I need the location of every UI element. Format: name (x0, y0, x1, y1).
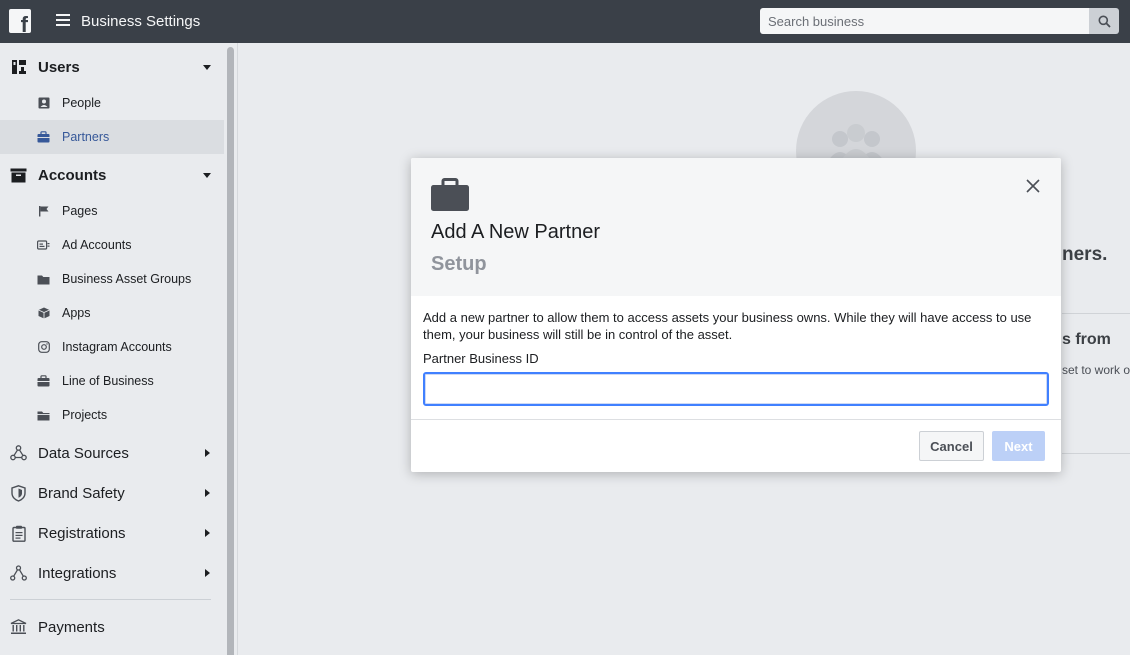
bank-icon (10, 619, 27, 636)
sidebar-item-pages[interactable]: Pages (0, 194, 224, 228)
background-subheading: s from (1062, 331, 1111, 348)
sidebar-item-label: Partners (62, 130, 110, 144)
next-button[interactable]: Next (992, 431, 1045, 461)
briefcase-icon (37, 131, 50, 144)
scrollbar-thumb[interactable] (227, 47, 234, 655)
sidebar-item-apps[interactable]: Apps (0, 296, 224, 330)
sidebar-section-label: Registrations (38, 524, 126, 542)
dialog-step-title: Setup (431, 253, 487, 275)
top-bar: f Business Settings (0, 0, 1130, 43)
hamburger-menu-icon[interactable] (56, 14, 70, 27)
sidebar-item-label: Business Asset Groups (62, 272, 192, 286)
sidebar-section-label: Payments (38, 618, 105, 636)
sidebar-section-data-sources[interactable]: Data Sources (0, 436, 224, 470)
ad-account-icon (37, 239, 50, 252)
add-partner-dialog: Add A New Partner Setup Add a new partne… (411, 158, 1061, 472)
briefcase-icon (431, 178, 469, 211)
cancel-button[interactable]: Cancel (919, 431, 984, 461)
users-icon (10, 59, 27, 76)
caret-down-icon (203, 172, 211, 178)
sidebar-section-brand-safety[interactable]: Brand Safety (0, 476, 224, 510)
integrations-icon (10, 565, 27, 582)
logo-letter: f (20, 12, 28, 34)
sidebar-scrollbar[interactable] (224, 43, 238, 655)
sidebar-item-business-asset-groups[interactable]: Business Asset Groups (0, 262, 224, 296)
facebook-logo-icon[interactable]: f (9, 9, 31, 33)
close-icon (1026, 179, 1040, 193)
dialog-footer-divider (411, 419, 1061, 420)
archive-icon (10, 167, 27, 184)
partner-business-id-input[interactable] (423, 372, 1049, 406)
sidebar-item-label: Projects (62, 408, 108, 422)
sidebar-section-integrations[interactable]: Integrations (0, 556, 224, 590)
background-divider (1062, 453, 1130, 454)
cube-icon (37, 307, 50, 320)
caret-down-icon (203, 64, 211, 70)
clipboard-icon (10, 525, 27, 542)
background-text: set to work o (1062, 363, 1130, 377)
data-sources-icon (10, 445, 27, 462)
app-title: Business Settings (81, 13, 201, 30)
background-divider (1062, 313, 1130, 314)
shield-icon (10, 484, 27, 502)
briefcase-icon (37, 375, 50, 388)
sidebar-section-accounts[interactable]: Accounts (0, 158, 224, 192)
sidebar-item-label: People (62, 96, 101, 110)
background-heading: ners. (1062, 244, 1108, 265)
sidebar-item-ad-accounts[interactable]: Ad Accounts (0, 228, 224, 262)
sidebar-divider (10, 599, 211, 600)
sidebar-section-label: Users (38, 58, 80, 76)
sidebar-item-label: Instagram Accounts (62, 340, 172, 354)
person-icon (37, 97, 50, 110)
caret-right-icon (205, 569, 210, 577)
dialog-description: Add a new partner to allow them to acces… (423, 310, 1032, 342)
close-button[interactable] (1024, 177, 1042, 195)
sidebar-item-people[interactable]: People (0, 86, 224, 120)
sidebar-item-line-of-business[interactable]: Line of Business (0, 364, 224, 398)
search-button[interactable] (1089, 8, 1119, 34)
sidebar-item-partners[interactable]: Partners (0, 120, 224, 154)
dialog-header: Add A New Partner Setup (411, 158, 1061, 296)
sidebar-section-label: Data Sources (38, 444, 129, 462)
sidebar-section-registrations[interactable]: Registrations (0, 516, 224, 550)
search-input[interactable] (760, 8, 1089, 34)
sidebar-item-projects[interactable]: Projects (0, 398, 224, 432)
sidebar-item-instagram-accounts[interactable]: Instagram Accounts (0, 330, 224, 364)
sidebar-item-label: Line of Business (62, 374, 154, 388)
search-icon (1098, 15, 1111, 28)
sidebar-section-label: Integrations (38, 564, 117, 582)
sidebar-section-label: Brand Safety (38, 484, 125, 502)
sidebar-item-label: Apps (62, 306, 91, 320)
sidebar-item-label: Pages (62, 204, 98, 218)
sidebar-item-label: Ad Accounts (62, 238, 132, 252)
caret-right-icon (205, 489, 210, 497)
folder-icon (37, 273, 50, 286)
sidebar-section-payments[interactable]: Payments (0, 610, 224, 644)
caret-right-icon (205, 449, 210, 457)
caret-right-icon (205, 529, 210, 537)
instagram-icon (37, 341, 50, 354)
partner-business-id-label: Partner Business ID (423, 351, 539, 366)
dialog-title: Add A New Partner (431, 221, 600, 243)
sidebar-section-label: Accounts (38, 166, 107, 184)
folder-icon (37, 409, 50, 422)
flag-icon (37, 205, 50, 218)
sidebar-section-users[interactable]: Users (0, 50, 224, 84)
